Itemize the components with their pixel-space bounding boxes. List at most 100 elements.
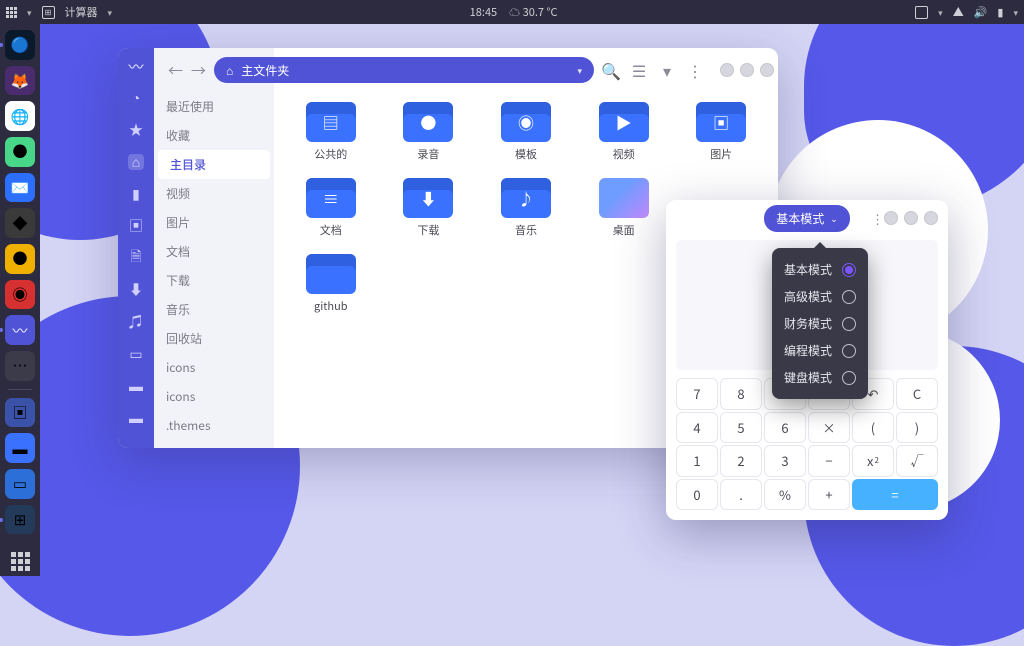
sidebar-item[interactable]: 音乐 [154, 295, 274, 324]
folder-item[interactable]: ▣图片 [684, 102, 758, 162]
battery-icon[interactable]: ▮ [997, 4, 1003, 20]
calc-key-([interactable]: ( [852, 412, 894, 444]
folder-item[interactable]: github [294, 254, 368, 314]
calc-key-+[interactable]: + [808, 479, 850, 511]
mode-option[interactable]: 高级模式 [784, 283, 856, 310]
sidebar-item[interactable]: 收藏 [154, 121, 274, 150]
calc-key-6[interactable]: 6 [764, 412, 806, 444]
search-icon[interactable]: 🔍 [602, 61, 620, 79]
video-icon[interactable]: ▮ [128, 186, 144, 202]
dock-app-music[interactable]: ◉ [5, 280, 35, 310]
sidebar-item[interactable]: 主目录 [158, 150, 270, 179]
window-close-button[interactable] [760, 63, 774, 77]
dock-apps-grid[interactable] [5, 546, 35, 576]
sidebar-item[interactable]: icons [154, 353, 274, 382]
calc-key-−[interactable]: − [808, 445, 850, 477]
active-app-name[interactable]: 计算器 [65, 4, 98, 20]
back-button[interactable]: ← [168, 60, 183, 80]
folder-icon[interactable]: ▬ [128, 410, 144, 426]
wifi-icon[interactable]: ▲ [953, 4, 964, 20]
mode-option[interactable]: 财务模式 [784, 310, 856, 337]
window-close-button[interactable] [924, 211, 938, 225]
sidebar-item[interactable]: 下载 [154, 266, 274, 295]
calc-key-5[interactable]: 5 [720, 412, 762, 444]
calc-key-√[interactable]: √ [896, 445, 938, 477]
calc-key-2[interactable]: 2 [720, 445, 762, 477]
sidebar-item[interactable]: 图片 [154, 208, 274, 237]
music-icon[interactable]: ♫ [128, 314, 144, 330]
calc-key-C[interactable]: C [896, 378, 938, 410]
mode-option[interactable]: 键盘模式 [784, 364, 856, 391]
download-icon[interactable]: ⬇ [128, 282, 144, 298]
folder-item[interactable]: ⬇下载 [392, 178, 466, 238]
menu-icon[interactable]: ⋮ [686, 61, 704, 79]
calc-key-=[interactable]: = [852, 479, 938, 511]
folder-icon: ◉ [501, 102, 551, 142]
folder-item[interactable]: ◉模板 [489, 102, 563, 162]
calc-menu-icon[interactable]: ⋮ [871, 209, 884, 228]
calc-key-×[interactable]: × [808, 412, 850, 444]
window-max-button[interactable] [904, 211, 918, 225]
sidebar-item[interactable]: applications [154, 440, 274, 448]
mode-option[interactable]: 基本模式 [784, 256, 856, 283]
calc-key-0[interactable]: 0 [676, 479, 718, 511]
dock-app-calc[interactable]: ⊞ [5, 505, 35, 535]
calc-key-.[interactable]: . [720, 479, 762, 511]
dock-app-z[interactable]: ▭ [5, 469, 35, 499]
forward-button[interactable]: → [191, 60, 206, 80]
dock-app-files[interactable]: 〰 [5, 315, 35, 345]
folder-item[interactable]: ▤公共的 [294, 102, 368, 162]
mode-dropdown[interactable]: 基本模式 ⌄ [764, 205, 850, 232]
folder-item[interactable]: ♪音乐 [489, 178, 563, 238]
calc-key-8[interactable]: 8 [720, 378, 762, 410]
dock-app-green[interactable]: ● [5, 137, 35, 167]
calc-key-7[interactable]: 7 [676, 378, 718, 410]
dock-app-y[interactable]: ▬ [5, 433, 35, 463]
volume-icon[interactable]: 🔊 [974, 4, 988, 20]
chevron-down-icon[interactable]: ▾ [658, 61, 676, 79]
files-logo-icon[interactable]: 〰 [128, 58, 144, 74]
sidebar-item[interactable]: 视频 [154, 179, 274, 208]
window-min-button[interactable] [884, 211, 898, 225]
folder-item[interactable]: ≡文档 [294, 178, 368, 238]
folder-item[interactable]: ●录音 [392, 102, 466, 162]
dock-app-1[interactable]: 🔵 [5, 30, 35, 60]
sidebar-item[interactable]: 文档 [154, 237, 274, 266]
folder-item[interactable]: ▶视频 [587, 102, 661, 162]
dock-app-chrome[interactable]: 🌐 [5, 101, 35, 131]
sidebar-item[interactable]: icons [154, 382, 274, 411]
folder-icon[interactable]: ▬ [128, 442, 144, 448]
clock[interactable]: 18:45 [470, 4, 497, 20]
dock-app-more[interactable]: ⋯ [5, 351, 35, 381]
window-max-button[interactable] [740, 63, 754, 77]
document-icon[interactable]: 🗎 [128, 250, 144, 266]
star-icon[interactable]: ★ [128, 122, 144, 138]
sidebar-item[interactable]: 回收站 [154, 324, 274, 353]
home-icon[interactable]: ⌂ [128, 154, 144, 170]
dock-app-firefox[interactable]: 🦊 [5, 66, 35, 96]
dock-app-inkscape[interactable]: ◆ [5, 208, 35, 238]
view-icon[interactable]: ☰ [630, 61, 648, 79]
window-min-button[interactable] [720, 63, 734, 77]
activities-icon[interactable] [6, 7, 17, 18]
sidebar-item[interactable]: .themes [154, 411, 274, 440]
calc-key-x²[interactable]: x2 [852, 445, 894, 477]
folder-item[interactable]: 桌面 [587, 178, 661, 238]
mode-option[interactable]: 编程模式 [784, 337, 856, 364]
calc-key-%[interactable]: % [764, 479, 806, 511]
picture-icon[interactable]: ▣ [128, 218, 144, 234]
recent-icon[interactable]: ◔ [128, 90, 144, 106]
trash-icon[interactable]: ▭ [128, 346, 144, 362]
calc-key-3[interactable]: 3 [764, 445, 806, 477]
calc-key-)[interactable]: ) [896, 412, 938, 444]
dock-app-yellow[interactable]: ● [5, 244, 35, 274]
sidebar-item[interactable]: 最近使用 [154, 92, 274, 121]
calc-key-4[interactable]: 4 [676, 412, 718, 444]
folder-icon[interactable]: ▬ [128, 378, 144, 394]
calc-key-1[interactable]: 1 [676, 445, 718, 477]
indicator-icon[interactable] [915, 6, 928, 19]
path-bar[interactable]: ⌂ 主文件夹 ▾ [214, 57, 594, 83]
weather[interactable]: ☁ 30.7 °C [509, 4, 557, 20]
dock-app-mail[interactable]: ✉️ [5, 173, 35, 203]
dock-app-x[interactable]: ▣ [5, 398, 35, 428]
